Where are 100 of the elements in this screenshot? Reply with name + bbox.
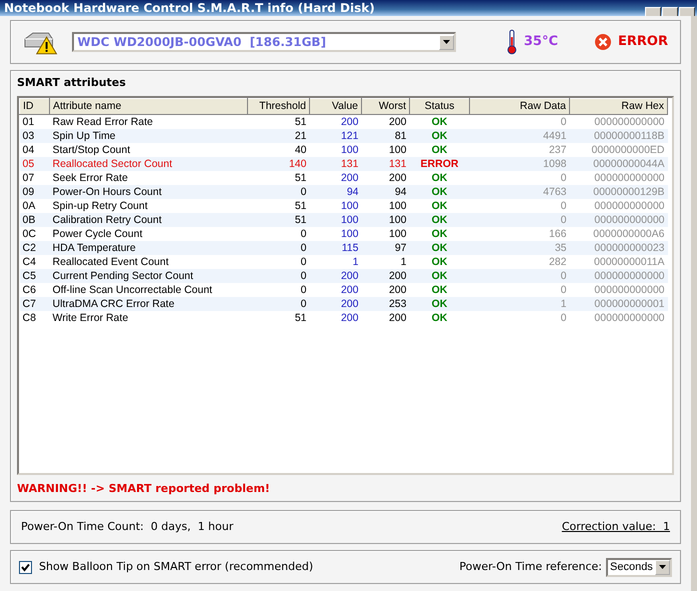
correction-link[interactable]: Correction value: 1 <box>562 518 670 536</box>
table-cell: 0000000000ED <box>570 143 668 158</box>
table-cell: 35 <box>470 241 570 256</box>
table-cell: 4763 <box>470 185 570 200</box>
status-text: OK <box>432 116 448 128</box>
table-cell: Power-On Hours Count <box>50 185 248 200</box>
column-header[interactable]: Raw Hex <box>570 98 668 115</box>
table-cell: C4 <box>20 255 50 270</box>
status-text: OK <box>432 228 448 240</box>
table-cell: 51 <box>248 199 310 214</box>
balloon-tip-label: Show Balloon Tip on SMART error (recommended) <box>39 558 314 575</box>
table-cell: 100 <box>310 143 362 158</box>
drive-dropdown[interactable]: WDC WD2000JB-00GVA0 [186.31GB] <box>72 32 456 52</box>
table-cell: Reallocated Event Count <box>50 255 248 270</box>
table-cell: 21 <box>248 129 310 144</box>
table-cell: 01 <box>20 114 50 130</box>
table-cell: 4491 <box>470 129 570 144</box>
table-cell: 09 <box>20 185 50 200</box>
table-cell: 04 <box>20 143 50 158</box>
table-cell: 0C <box>20 227 50 242</box>
table-cell: 0 <box>470 213 570 228</box>
table-cell: 00000000118B <box>570 129 668 144</box>
table-cell: 0 <box>248 297 310 312</box>
table-cell: 0000000000A6 <box>570 227 668 242</box>
column-header[interactable]: Raw Data <box>470 98 570 115</box>
column-header[interactable]: Value <box>310 98 362 115</box>
section-title: SMART attributes <box>17 75 127 91</box>
table-cell: 40 <box>248 143 310 158</box>
table-cell: 100 <box>362 227 410 242</box>
thermometer-icon <box>506 29 518 55</box>
time-reference-dropdown[interactable]: Seconds <box>606 558 672 576</box>
table-cell: C6 <box>20 283 50 298</box>
table-cell: 03 <box>20 129 50 144</box>
table-cell: 000000000000 <box>570 171 668 186</box>
status-text: OK <box>432 130 448 142</box>
column-header[interactable]: Status <box>410 98 470 115</box>
status-text: OK <box>432 298 448 310</box>
table-cell: 05 <box>20 157 50 172</box>
table-cell: 0 <box>248 269 310 284</box>
table-cell: 100 <box>310 213 362 228</box>
table-cell: 1 <box>310 255 362 270</box>
table-cell: C8 <box>20 311 50 326</box>
table-cell: 200 <box>362 283 410 298</box>
status-text: OK <box>432 256 448 268</box>
table-cell: 0 <box>470 199 570 214</box>
table-cell: UltraDMA CRC Error Rate <box>50 297 248 312</box>
table-cell: 200 <box>362 311 410 326</box>
column-header[interactable]: ID <box>20 98 50 115</box>
table-cell: 200 <box>310 311 362 326</box>
table-cell: 94 <box>362 185 410 200</box>
status-text: OK <box>432 270 448 282</box>
table-cell: 0 <box>470 171 570 186</box>
table-cell: Raw Read Error Rate <box>50 114 248 130</box>
table-cell: 115 <box>310 241 362 256</box>
status-text: ERROR <box>420 158 458 170</box>
table-cell: 100 <box>362 199 410 214</box>
table-cell: 282 <box>470 255 570 270</box>
table-cell: 0 <box>470 114 570 130</box>
table-cell: 253 <box>362 297 410 312</box>
column-header[interactable]: Threshold <box>248 98 310 115</box>
table-cell: 000000000000 <box>570 311 668 326</box>
table-cell: 000000000000 <box>570 114 668 130</box>
table-cell: Power Cycle Count <box>50 227 248 242</box>
checkmark-icon <box>21 562 30 572</box>
table-cell: 00000000011A <box>570 255 668 270</box>
table-cell: Write Error Rate <box>50 311 248 326</box>
table-cell: C2 <box>20 241 50 256</box>
table-cell: 000000000000 <box>570 199 668 214</box>
table-cell: 0 <box>248 255 310 270</box>
table-cell: 200 <box>310 114 362 130</box>
status-text: OK <box>432 312 448 324</box>
table-cell: 131 <box>310 157 362 172</box>
table-cell: 51 <box>248 311 310 326</box>
table-cell: Current Pending Sector Count <box>50 269 248 284</box>
table-cell: 100 <box>362 213 410 228</box>
column-header[interactable]: Worst <box>362 98 410 115</box>
table-cell: Start/Stop Count <box>50 143 248 158</box>
error-icon <box>594 33 612 51</box>
table-cell: 0B <box>20 213 50 228</box>
column-header[interactable]: Attribute name <box>50 98 248 115</box>
table-cell: Reallocated Sector Count <box>50 157 248 172</box>
table-cell: HDA Temperature <box>50 241 248 256</box>
table-cell: 0 <box>470 269 570 284</box>
caret-icon <box>659 565 666 569</box>
table-cell: 0A <box>20 199 50 214</box>
table-cell: 51 <box>248 213 310 228</box>
table-cell: 200 <box>362 269 410 284</box>
table-cell: 1 <box>470 297 570 312</box>
status-text: OK <box>432 200 448 212</box>
status-text: OK <box>432 242 448 254</box>
table-cell: 200 <box>310 297 362 312</box>
table-cell: 200 <box>362 114 410 130</box>
table-cell: 1098 <box>470 157 570 172</box>
table-cell: 200 <box>362 171 410 186</box>
status-text: OK <box>432 186 448 198</box>
table-cell: 07 <box>20 171 50 186</box>
table-cell: 000000000023 <box>570 241 668 256</box>
status-text: OK <box>432 172 448 184</box>
table-cell: 200 <box>310 171 362 186</box>
balloon-tip-checkbox[interactable] <box>19 560 32 574</box>
